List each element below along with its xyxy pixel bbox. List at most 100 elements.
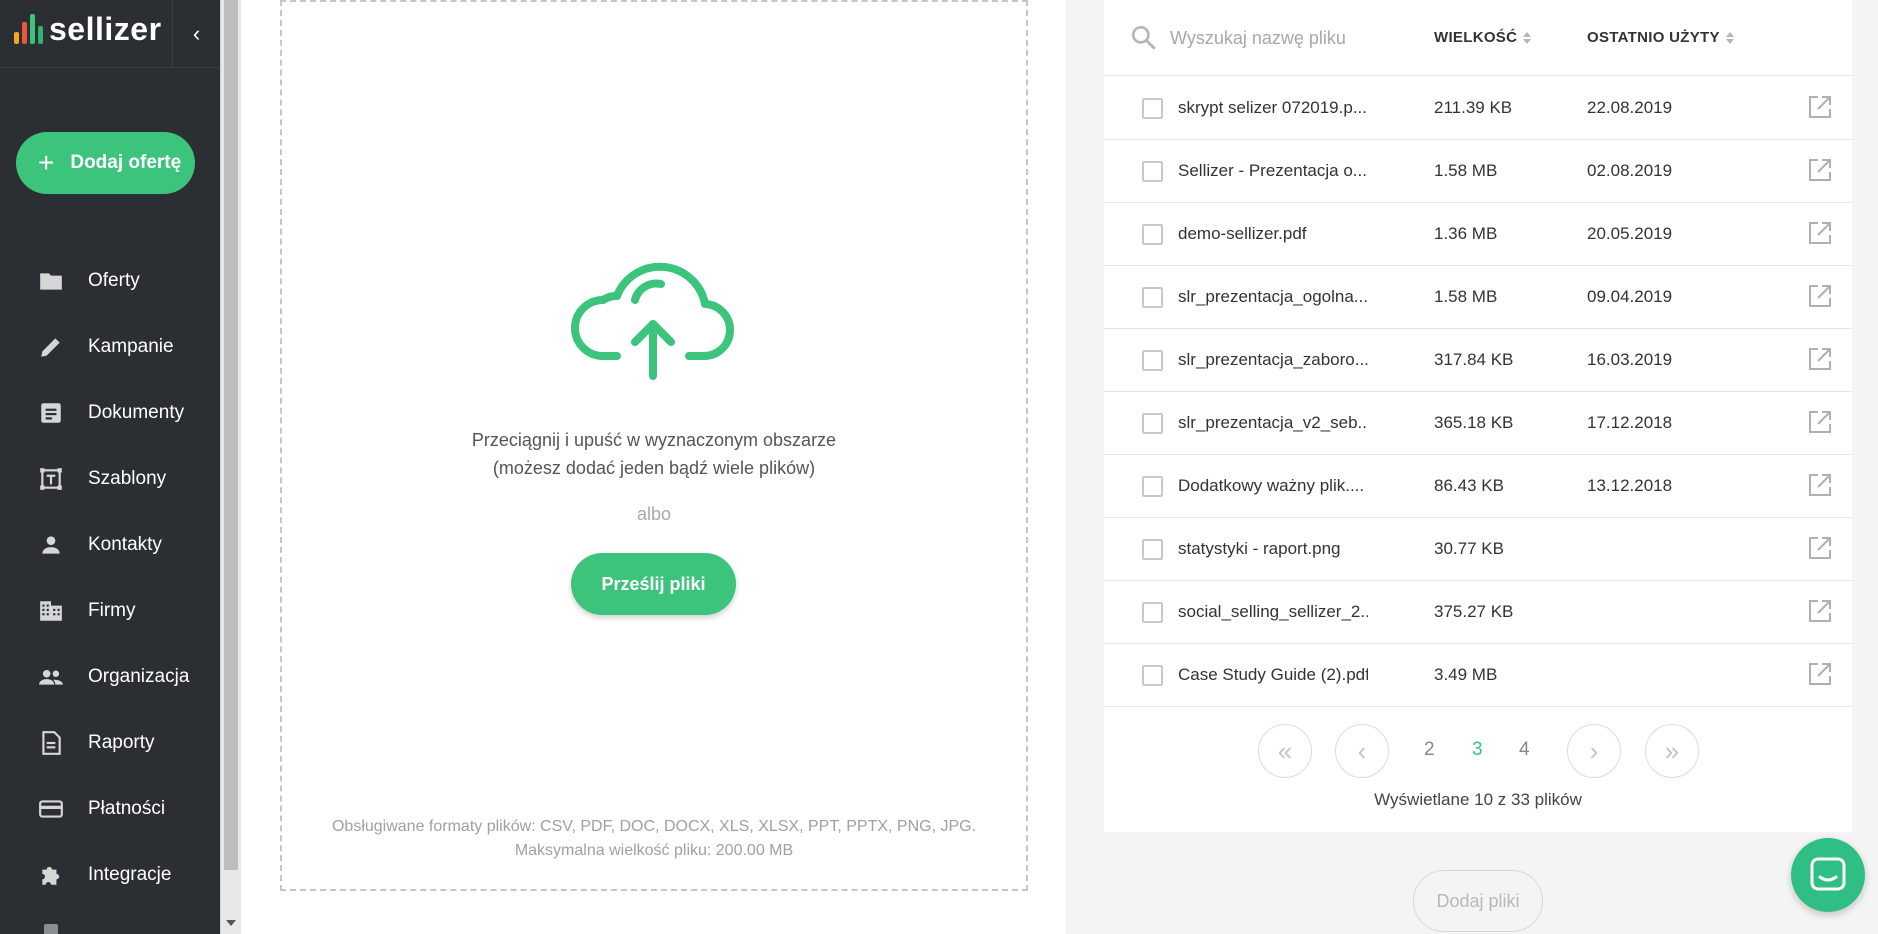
- sidebar-item-label: Szablony: [88, 468, 167, 489]
- sidebar-item-label: Oferty: [88, 270, 140, 291]
- sidebar-item-szablony[interactable]: Szablony: [0, 446, 220, 512]
- sidebar-item-kontakty[interactable]: Kontakty: [0, 512, 220, 578]
- open-external-icon[interactable]: [1806, 534, 1834, 562]
- row-checkbox[interactable]: [1142, 287, 1163, 308]
- document-icon: [41, 403, 61, 423]
- table-row[interactable]: skrypt selizer 072019.p... 211.39 KB 22.…: [1104, 77, 1852, 140]
- sidebar-item-label: Integracje: [88, 864, 172, 885]
- file-name: Dodatkowy ważny plik....: [1178, 476, 1365, 495]
- file-search-input[interactable]: [1170, 22, 1410, 54]
- row-checkbox[interactable]: [1142, 665, 1163, 686]
- upload-files-button[interactable]: Prześlij pliki: [571, 553, 736, 615]
- file-name: demo-sellizer.pdf: [1178, 224, 1307, 243]
- column-last-used-label: OSTATNIO UŻYTY: [1587, 29, 1720, 46]
- open-external-icon[interactable]: [1806, 660, 1834, 688]
- open-external-icon[interactable]: [1806, 93, 1834, 121]
- file-name: slr_prezentacja_zaboro...: [1178, 350, 1368, 369]
- table-row[interactable]: Dodatkowy ważny plik.... 86.43 KB 13.12.…: [1104, 455, 1852, 518]
- sidebar-item-label: Organizacja: [88, 666, 190, 687]
- table-row[interactable]: slr_prezentacja_v2_seb... 365.18 KB 17.1…: [1104, 392, 1852, 455]
- page-number[interactable]: 4: [1519, 739, 1530, 761]
- sidebar-item-label: Płatności: [88, 798, 166, 819]
- row-checkbox[interactable]: [1142, 476, 1163, 497]
- first-page-button[interactable]: «: [1258, 724, 1312, 778]
- page-number-current[interactable]: 3: [1472, 739, 1483, 761]
- table-row[interactable]: Case Study Guide (2).pdf 3.49 MB: [1104, 644, 1852, 707]
- open-external-icon[interactable]: [1806, 156, 1834, 184]
- open-external-icon[interactable]: [1806, 471, 1834, 499]
- row-checkbox[interactable]: [1142, 413, 1163, 434]
- last-page-button[interactable]: »: [1645, 724, 1699, 778]
- file-name: slr_prezentacja_ogolna...: [1178, 287, 1368, 306]
- row-checkbox[interactable]: [1142, 161, 1163, 182]
- logo-bars-icon: [14, 14, 43, 44]
- file-last-used: 09.04.2019: [1587, 287, 1673, 306]
- building-icon: [40, 601, 62, 621]
- file-size: 1.36 MB: [1434, 224, 1498, 243]
- sidebar-item-oferty[interactable]: Oferty: [0, 248, 220, 314]
- file-size: 317.84 KB: [1434, 350, 1514, 369]
- next-page-button[interactable]: ›: [1567, 724, 1621, 778]
- sidebar-item-dokumenty[interactable]: Dokumenty: [0, 380, 220, 446]
- formats-line: Obsługiwane formaty plików: CSV, PDF, DO…: [331, 818, 977, 835]
- open-external-icon[interactable]: [1806, 408, 1834, 436]
- column-size-header[interactable]: WIELKOŚĆ: [1434, 29, 1532, 46]
- file-last-used: 02.08.2019: [1587, 161, 1673, 180]
- table-body: skrypt selizer 072019.p... 211.39 KB 22.…: [1104, 77, 1852, 707]
- sidebar-item-kampanie[interactable]: Kampanie: [0, 314, 220, 380]
- sidebar-item-platnosci[interactable]: Płatności: [0, 776, 220, 842]
- table-row[interactable]: statystyki - raport.png 30.77 KB: [1104, 518, 1852, 581]
- open-external-icon[interactable]: [1806, 597, 1834, 625]
- brand-name: sellizer: [49, 11, 162, 47]
- column-last-used-header[interactable]: OSTATNIO UŻYTY: [1587, 29, 1734, 46]
- row-checkbox[interactable]: [1142, 602, 1163, 623]
- chat-icon: [1810, 857, 1846, 891]
- row-checkbox[interactable]: [1142, 539, 1163, 560]
- cloud-upload-icon: [571, 262, 734, 380]
- prev-page-button[interactable]: ‹: [1335, 724, 1389, 778]
- report-icon: [42, 731, 61, 755]
- page-number[interactable]: 2: [1424, 739, 1435, 761]
- file-name: slr_prezentacja_v2_seb...: [1178, 413, 1368, 432]
- pagination: « ‹ 2 3 4 › »: [1104, 724, 1852, 778]
- file-size: 30.77 KB: [1434, 539, 1504, 558]
- chat-launcher-button[interactable]: [1791, 838, 1865, 912]
- table-row[interactable]: demo-sellizer.pdf 1.36 MB 20.05.2019: [1104, 203, 1852, 266]
- scrollbar-thumb[interactable]: [224, 0, 238, 870]
- sidebar-nav: Oferty Kampanie Dokumenty Szablony Konta…: [0, 248, 220, 908]
- file-last-used: 16.03.2019: [1587, 350, 1673, 369]
- table-row[interactable]: Sellizer - Prezentacja o... 1.58 MB 02.0…: [1104, 140, 1852, 203]
- file-name: Sellizer - Prezentacja o...: [1178, 161, 1367, 180]
- file-size: 1.58 MB: [1434, 287, 1498, 306]
- table-row[interactable]: slr_prezentacja_zaboro... 317.84 KB 16.0…: [1104, 329, 1852, 392]
- table-row[interactable]: social_selling_sellizer_2... 375.27 KB: [1104, 581, 1852, 644]
- file-size: 1.58 MB: [1434, 161, 1498, 180]
- brand-logo[interactable]: sellizer: [14, 11, 162, 47]
- file-name: social_selling_sellizer_2...: [1178, 602, 1368, 621]
- open-external-icon[interactable]: [1806, 345, 1834, 373]
- file-name: skrypt selizer 072019.p...: [1178, 98, 1367, 117]
- add-files-button[interactable]: Dodaj pliki: [1413, 870, 1543, 932]
- row-checkbox[interactable]: [1142, 98, 1163, 119]
- sidebar-item-integracje[interactable]: Integracje: [0, 842, 220, 908]
- pagination-info: Wyświetlane 10 z 33 plików: [1374, 790, 1582, 809]
- scroll-down-arrow-icon[interactable]: [226, 920, 236, 926]
- add-offer-button[interactable]: + Dodaj ofertę: [16, 132, 195, 194]
- collapse-sidebar-button[interactable]: ‹: [172, 0, 220, 68]
- open-external-icon[interactable]: [1806, 219, 1834, 247]
- sidebar-scrollbar[interactable]: [220, 0, 241, 934]
- open-external-icon[interactable]: [1806, 282, 1834, 310]
- file-name: statystyki - raport.png: [1178, 539, 1341, 558]
- file-name: Case Study Guide (2).pdf: [1178, 665, 1368, 684]
- sidebar-item-organizacja[interactable]: Organizacja: [0, 644, 220, 710]
- people-icon: [39, 669, 63, 685]
- sidebar-item-raporty[interactable]: Raporty: [0, 710, 220, 776]
- file-size: 86.43 KB: [1434, 476, 1504, 495]
- row-checkbox[interactable]: [1142, 224, 1163, 245]
- sidebar-item-firmy[interactable]: Firmy: [0, 578, 220, 644]
- row-checkbox[interactable]: [1142, 350, 1163, 371]
- sidebar: sellizer ‹ + Dodaj ofertę Oferty Kampani…: [0, 0, 220, 934]
- table-row[interactable]: slr_prezentacja_ogolna... 1.58 MB 09.04.…: [1104, 266, 1852, 329]
- dropzone-line-2: (możesz dodać jeden bądź wiele plików): [492, 458, 816, 478]
- dropzone-instructions: Przeciągnij i upuść w wyznaczonym obszar…: [280, 426, 1028, 482]
